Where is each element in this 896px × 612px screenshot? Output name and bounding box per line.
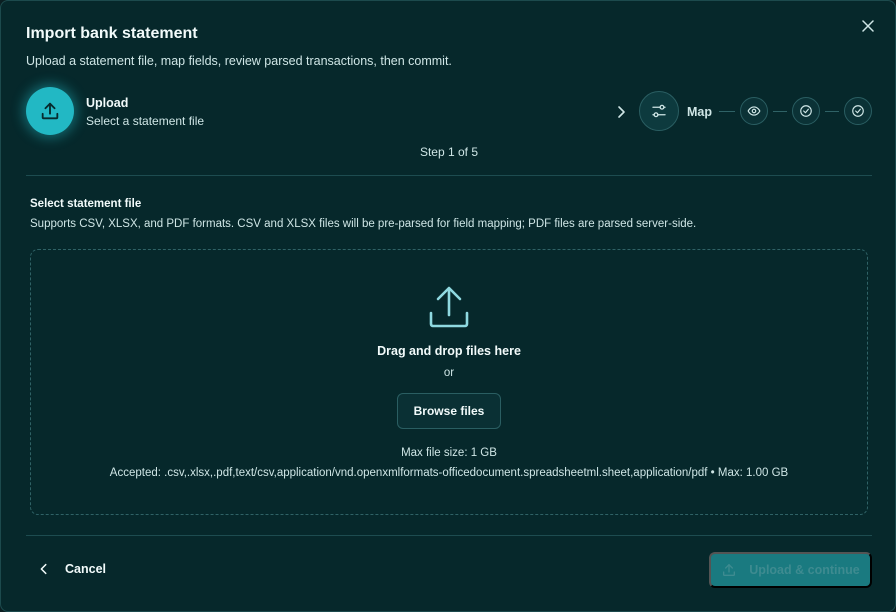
max-file-size: Max file size: 1 GB (401, 447, 497, 459)
upload-continue-button[interactable]: Upload & continue (709, 552, 872, 588)
eye-icon (747, 106, 761, 116)
upload-icon (723, 564, 736, 576)
accepted-formats: Accepted: .csv,.xlsx,.pdf,text/csv,appli… (109, 467, 789, 479)
browse-files-button[interactable]: Browse files (397, 393, 501, 429)
import-dialog: Import bank statement Upload a statement… (0, 0, 896, 612)
dropzone-title: Drag and drop files here (377, 344, 521, 358)
chevron-left-icon (40, 563, 47, 575)
upload-continue-label: Upload & continue (749, 563, 860, 577)
dropzone-or: or (443, 367, 455, 379)
upload-icon (41, 102, 59, 120)
step-map-indicator (639, 91, 679, 131)
upload-icon (429, 286, 469, 328)
step-review-indicator (740, 97, 768, 125)
dialog-title: Import bank statement (26, 25, 198, 42)
section-description: Supports CSV, XLSX, and PDF formats. CSV… (30, 218, 697, 230)
step-upload-title: Upload (86, 96, 129, 110)
step-map-label: Map (687, 105, 712, 119)
close-icon (862, 20, 874, 32)
check-circle-icon (852, 105, 864, 117)
step-counter: Step 1 of 5 (419, 145, 479, 159)
step-connector (825, 111, 839, 112)
sliders-icon (652, 104, 666, 118)
step-confirm-indicator (792, 97, 820, 125)
step-upload-indicator (26, 87, 74, 135)
cancel-label: Cancel (65, 562, 106, 576)
step-upload-description: Select a statement file (86, 114, 205, 128)
step-commit-indicator (844, 97, 872, 125)
dialog-subtitle: Upload a statement file, map fields, rev… (26, 54, 452, 68)
chevron-right-icon (618, 106, 625, 118)
close-button[interactable] (857, 15, 879, 37)
divider (26, 175, 872, 176)
check-circle-icon (800, 105, 812, 117)
cancel-button[interactable]: Cancel (37, 557, 106, 581)
section-title: Select statement file (30, 198, 142, 210)
step-connector (719, 111, 735, 112)
divider (26, 535, 872, 536)
step-connector (773, 111, 787, 112)
